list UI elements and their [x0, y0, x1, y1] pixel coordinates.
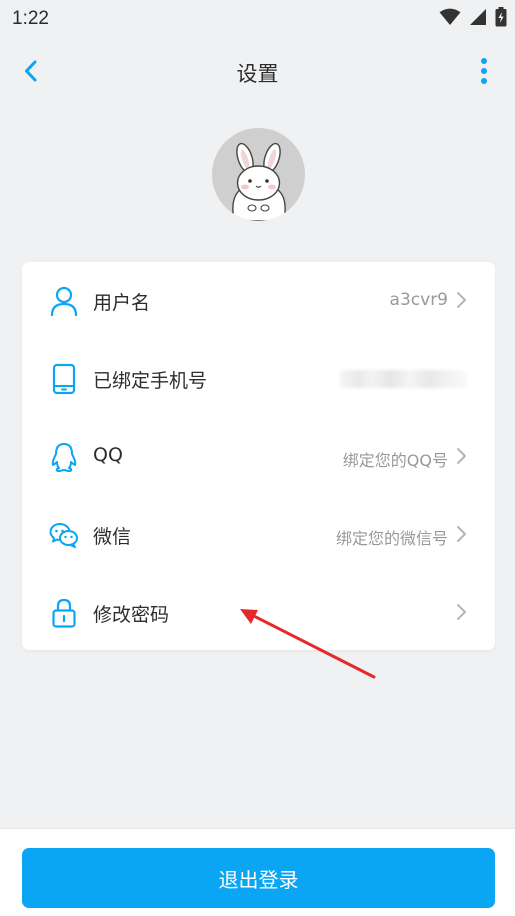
settings-row-label: 已绑定手机号 [93, 370, 208, 392]
settings-card: 用户名 a3cvr9 已绑定手机号 QQ 绑定您的QQ号 微信 绑定您的微信号 … [22, 262, 495, 650]
qq-icon [48, 441, 80, 473]
settings-row-label: 微信 [93, 526, 132, 548]
battery-charging-icon [495, 7, 507, 31]
lock-icon [48, 597, 80, 629]
status-bar: 1:22 [0, 0, 515, 38]
footer-bar: 退出登录 [0, 828, 515, 916]
qq-bind-hint: 绑定您的QQ号 [342, 451, 448, 470]
settings-row-qq[interactable]: QQ 绑定您的QQ号 [22, 418, 495, 496]
status-icons [439, 7, 507, 31]
more-vertical-icon [481, 58, 487, 84]
settings-row-phone[interactable]: 已绑定手机号 [22, 340, 495, 418]
chevron-right-icon [457, 448, 466, 464]
username-value: a3cvr9 [389, 290, 448, 310]
status-time: 1:22 [12, 8, 49, 29]
wifi-icon [439, 8, 461, 30]
chevron-right-icon [457, 292, 466, 308]
settings-row-wechat[interactable]: 微信 绑定您的微信号 [22, 496, 495, 574]
wechat-icon [48, 519, 80, 551]
signal-icon [469, 8, 487, 30]
wechat-bind-hint: 绑定您的微信号 [335, 529, 448, 548]
page-title: 设置 [236, 62, 279, 86]
logout-button[interactable]: 退出登录 [22, 848, 495, 908]
settings-row-label: 用户名 [93, 292, 151, 314]
rabbit-avatar-icon [232, 142, 286, 221]
user-icon [48, 285, 80, 317]
chevron-right-icon [457, 526, 466, 542]
phone-icon [48, 363, 80, 395]
chevron-right-icon [457, 604, 466, 620]
header-bar: 设置 [0, 40, 515, 102]
avatar[interactable] [212, 128, 305, 221]
more-options-button[interactable] [467, 54, 501, 88]
settings-row-change-password[interactable]: 修改密码 [22, 574, 495, 652]
settings-row-label: 修改密码 [93, 604, 170, 626]
blurred-phone-number [340, 370, 467, 388]
settings-row-username[interactable]: 用户名 a3cvr9 [22, 262, 495, 340]
settings-row-label: QQ [93, 444, 123, 466]
